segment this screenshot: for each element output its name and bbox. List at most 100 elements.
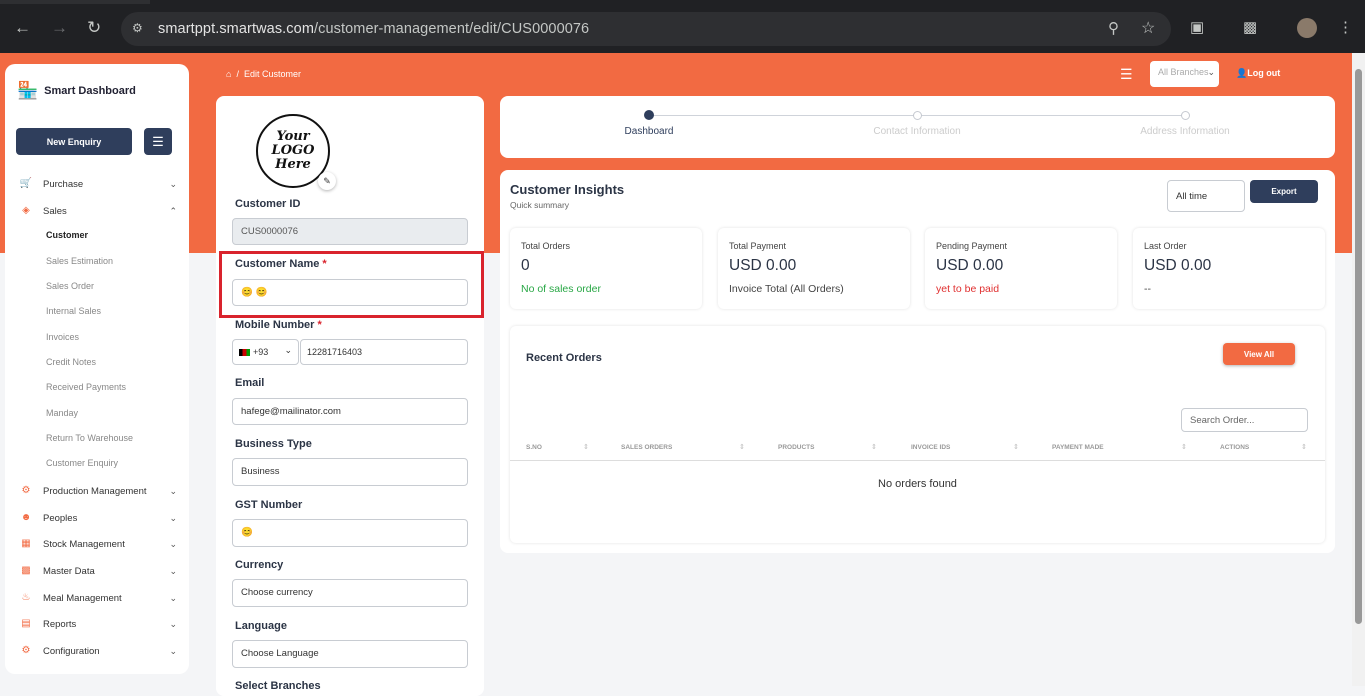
stat-title: Total Payment [729,241,787,251]
sidebar-item-label: Stock Management [43,538,125,550]
menu-toggle-button[interactable]: ☰ [144,128,172,155]
sidebar-item-peoples[interactable]: ☻ Peoples ⌄ [19,512,177,524]
customer-id-label: Customer ID [235,198,301,210]
sidebar-sub-return-to-warehouse[interactable]: Return To Warehouse [46,433,133,443]
sidebar-sub-sales-estimation[interactable]: Sales Estimation [46,256,113,266]
column-header[interactable]: PRODUCTS [778,444,814,451]
sidebar-sub-received-payments[interactable]: Received Payments [46,382,126,392]
sidebar-item-production[interactable]: ⚙ Production Management ⌄ [19,485,177,497]
language-select[interactable]: Choose Language [232,640,468,668]
tab-search-icon[interactable]: ▩ [1243,18,1257,38]
export-button[interactable]: Export [1250,180,1318,203]
profile-avatar[interactable] [1297,18,1317,38]
edit-pencil-icon[interactable]: ✎ [318,172,336,190]
bookmark-star-icon[interactable]: ☆ [1141,18,1155,38]
hamburger-icon[interactable]: ☰ [1120,66,1133,83]
sort-icon[interactable]: ⇕ [1301,443,1307,451]
view-all-button[interactable]: View All [1223,343,1295,365]
email-field[interactable]: hafege@mailinator.com [232,398,468,425]
column-header[interactable]: S.NO [526,444,542,451]
step-dot[interactable] [1181,111,1190,120]
step-contact-information[interactable]: Contact Information [873,126,960,137]
mobile-number-field[interactable]: 12281716403 [300,339,468,365]
sort-icon[interactable]: ⇕ [871,443,877,451]
column-header[interactable]: INVOICE IDS [911,444,950,451]
label-text: Mobile Number [235,319,315,331]
step-dot-active[interactable] [644,110,654,120]
reload-icon[interactable]: ↻ [87,18,101,38]
sidebar-sub-manday[interactable]: Manday [46,408,78,418]
scrollbar-thumb[interactable] [1355,69,1362,624]
site-info-icon[interactable]: ⚙ [132,21,143,35]
url-host: smartppt.smartwas.com [158,21,314,37]
language-label: Language [235,620,287,632]
step-dot[interactable] [913,111,922,120]
branch-select-value: All Branches [1158,67,1209,77]
sidebar-item-stock[interactable]: ▦ Stock Management ⌄ [19,538,177,550]
stat-total-payment: Total Payment USD 0.00 Invoice Total (Al… [718,228,910,309]
zoom-search-icon[interactable]: ⚲ [1108,19,1119,37]
chevron-down-icon: ⌄ [169,512,177,523]
sidebar-sub-customer[interactable]: Customer [46,230,88,240]
sidebar-item-reports[interactable]: ▤ Reports ⌄ [19,618,177,630]
sidebar-item-label: Sales [43,205,67,217]
gst-field[interactable]: 😊 [232,519,468,547]
chevron-up-icon: ⌃ [169,206,177,216]
branch-select[interactable]: All Branches ⌄ [1150,61,1219,87]
page-scrollbar[interactable] [1352,53,1365,686]
customer-insights: Customer Insights Quick summary All time… [500,170,1335,553]
sidebar-item-master-data[interactable]: ▩ Master Data ⌄ [19,565,177,577]
sort-icon[interactable]: ⇕ [1013,443,1019,451]
insights-title: Customer Insights [510,182,625,197]
sidebar-sub-credit-notes[interactable]: Credit Notes [46,357,96,367]
address-bar[interactable]: ⚙ smartppt.smartwas.com/customer-managem… [121,12,1171,46]
browser-chrome: ← → ↻ ⚙ smartppt.smartwas.com/customer-m… [0,0,1365,53]
sidebar-sub-invoices[interactable]: Invoices [46,332,79,342]
breadcrumb-current: Edit Customer [243,69,301,79]
brand-name: Smart Dashboard [44,85,136,97]
chevron-down-icon: ⌄ [169,618,177,629]
cart-icon: 🛒 [19,178,33,189]
period-select[interactable]: All time [1167,180,1245,212]
sort-icon[interactable]: ⇕ [583,443,589,451]
column-header[interactable]: PAYMENT MADE [1052,444,1104,451]
table-divider [510,460,1325,461]
tag-icon: ◈ [22,205,30,216]
sidebar-item-label: Purchase [43,178,84,190]
sidebar-item-sales[interactable]: ◈ Sales ⌃ [19,205,177,217]
sidebar-sub-internal-sales[interactable]: Internal Sales [46,306,101,316]
step-dashboard[interactable]: Dashboard [625,126,674,137]
sidebar-item-meal[interactable]: ♨ Meal Management ⌄ [19,592,177,604]
sort-icon[interactable]: ⇕ [1181,443,1187,451]
search-order-input[interactable]: Search Order... [1181,408,1308,432]
business-type-label: Business Type [235,438,312,450]
column-header[interactable]: ACTIONS [1220,444,1249,451]
back-icon[interactable]: ← [14,18,31,38]
business-type-field[interactable]: Business [232,458,468,486]
kebab-menu-icon[interactable]: ⋮ [1338,18,1353,38]
sort-icon[interactable]: ⇕ [739,443,745,451]
sidebar-item-purchase[interactable]: 🛒 Purchase ⌄ [19,178,177,190]
logout-link[interactable]: 👤Log out [1236,68,1280,79]
stat-sub: yet to be paid [936,283,1000,295]
chevron-down-icon: ⌄ [169,645,177,656]
currency-select[interactable]: Choose currency [232,579,468,607]
people-icon: ☻ [20,512,32,523]
stat-title: Total Orders [521,241,571,251]
forward-icon[interactable]: → [51,18,68,38]
sidebar-sub-customer-enquiry[interactable]: Customer Enquiry [46,458,118,468]
column-header[interactable]: SALES ORDERS [621,444,672,451]
mobile-label: Mobile Number * [235,319,322,331]
sidebar-item-configuration[interactable]: ⚙ Configuration ⌄ [19,645,177,657]
stat-last-order: Last Order USD 0.00 -- [1133,228,1325,309]
brand[interactable]: 🏪 Smart Dashboard [17,81,136,101]
insights-subtitle: Quick summary [510,200,570,210]
step-address-information[interactable]: Address Information [1140,126,1230,137]
sidebar-item-label: Production Management [43,485,147,497]
sidebar-sub-sales-order[interactable]: Sales Order [46,281,94,291]
customer-name-highlight [219,251,484,318]
country-code-select[interactable]: +93 ⌄ [232,339,299,365]
home-icon[interactable]: ⌂ [226,69,231,79]
new-enquiry-button[interactable]: New Enquiry [16,128,132,155]
extensions-icon[interactable]: ▣ [1190,18,1204,38]
